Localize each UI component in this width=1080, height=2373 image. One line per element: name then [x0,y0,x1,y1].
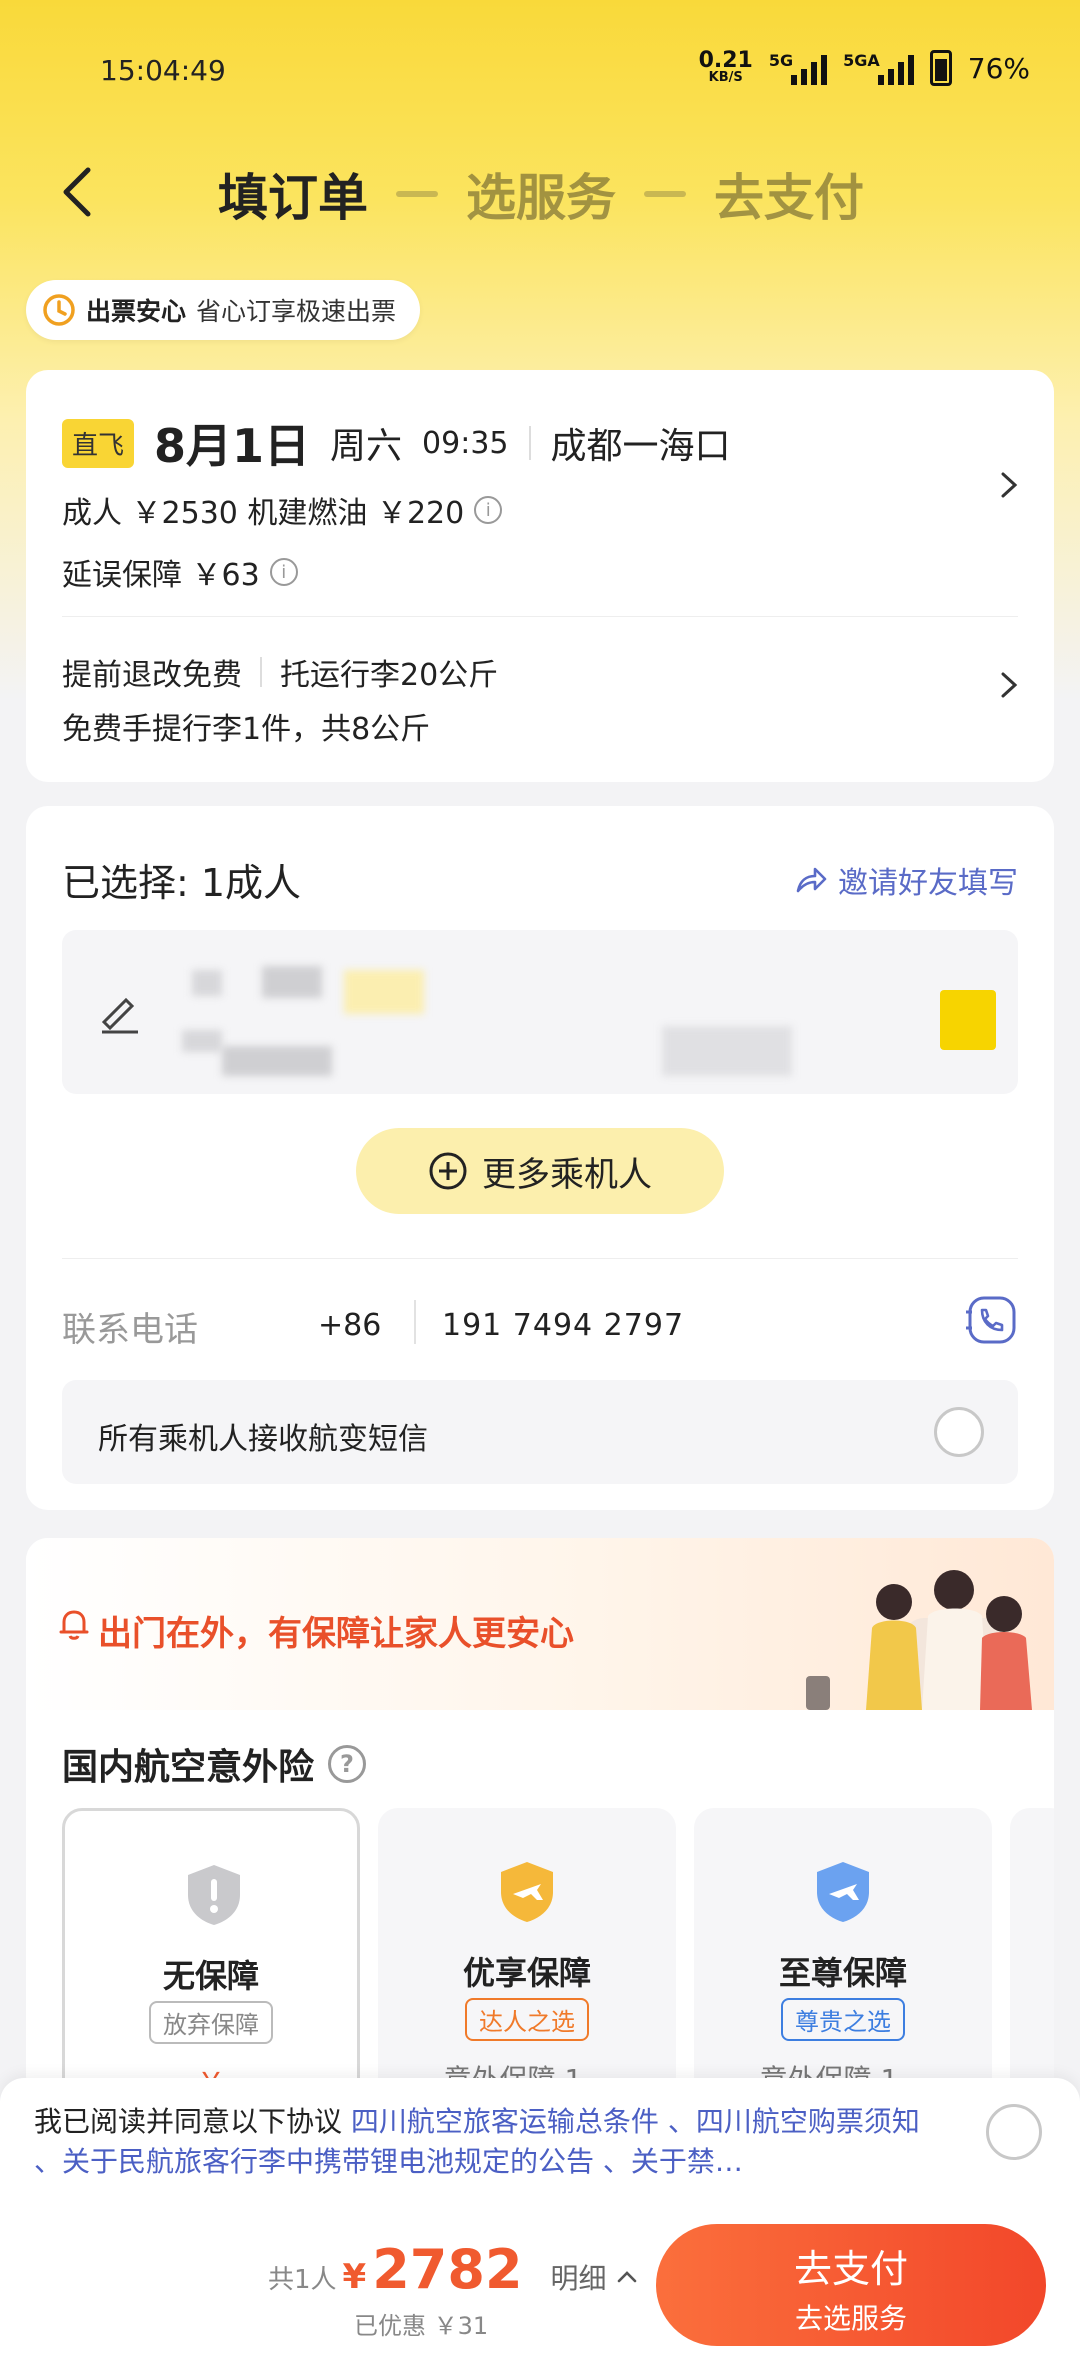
direct-flight-tag: 直飞 [62,418,135,468]
divider [62,616,1018,617]
chevron-right-icon[interactable] [994,470,1024,500]
blurred-id [662,1026,792,1076]
assurance-title: 出票安心 [86,297,187,326]
blurred-name [262,966,322,998]
battery-icon [929,50,952,86]
flight-summary-card[interactable]: 直飞 8月1日 周六 09:35 成都一海口 成人 ￥2530 机建燃油 ￥22… [26,370,1054,782]
step-fill-order: 填订单 [218,169,368,227]
flight-weekday: 周六 [330,426,403,467]
baggage-line: 提前退改免费 托运行李20公斤 [62,650,498,694]
insurance-option-premium[interactable]: 优享保障 达人之选 意外保障 1… [378,1808,676,2098]
sms-notify-radio[interactable] [934,1407,984,1457]
signal-5ga-icon: 5GA [843,51,914,85]
price-detail-toggle[interactable]: 明细 [551,2257,639,2297]
agreement-text: 我已阅读并同意以下协议 四川航空旅客运输总条件 、四川航空购票须知 、关于民航旅… [34,2105,920,2178]
selected-passengers-label: 已选择: 1成人 [62,861,302,905]
blurred-tag [344,970,424,1014]
bell-icon [59,1610,89,1640]
passenger-count: 共1人 [268,2265,337,2295]
pay-button[interactable]: 去支付 去选服务 [656,2224,1046,2346]
step-divider [644,191,686,197]
status-icons: 0.21 KB/S 5G 5GA 76% [699,50,1030,86]
insurance-option-supreme[interactable]: 至尊保障 尊贵之选 意外保障 1… [694,1808,992,2098]
invite-friend-link[interactable]: 邀请好友填写 [794,858,1018,902]
insurance-banner: 出门在外，有保障让家人更安心 [26,1538,1054,1710]
insurance-card: 出门在外，有保障让家人更安心 国内航空意外险 ? 无保障 放弃保障 ￥ [26,1538,1054,2098]
flight-date: 8月1日 [154,419,311,473]
nav-bar: 填订单 选服务 去支付 [0,140,1080,240]
back-arrow-icon[interactable] [50,162,110,222]
assurance-desc: 省心订享极速出票 [196,297,397,326]
total-amount: 2782 [372,2238,523,2301]
delay-line: 延误保障 ￥63 i [62,550,298,594]
phone-input[interactable]: 191 7494 2797 [442,1308,684,1343]
blurred-id [182,1030,222,1052]
carry-on-line: 免费手提行李1件，共8公斤 [62,712,431,747]
add-passenger-button[interactable]: 更多乘机人 [356,1128,724,1214]
agreement-radio[interactable] [986,2104,1042,2160]
passenger-item[interactable] [62,930,1018,1094]
shield-plane-icon [817,1862,869,1922]
step-divider [396,191,438,197]
sms-notify-row[interactable]: 所有乘机人接收航变短信 [62,1380,1018,1484]
step-select-service: 选服务 [466,169,616,227]
insurance-option-none[interactable]: 无保障 放弃保障 ￥ [62,1808,360,2098]
info-icon[interactable]: i [474,496,503,524]
flight-time: 09:35 [422,425,509,461]
checkout-panel: 我已阅读并同意以下协议 四川航空旅客运输总条件 、四川航空购票须知 、关于民航旅… [0,2078,1080,2373]
help-icon[interactable]: ? [328,1745,367,1783]
shield-plane-icon [501,1862,553,1922]
progress-steps: 填订单 选服务 去支付 [218,158,864,230]
checked-baggage: 托运行李20公斤 [280,658,499,693]
status-time: 15:04:49 [100,54,226,87]
price-line: 成人 ￥2530 机建燃油 ￥220 i [62,488,503,532]
chevron-up-icon [617,2271,636,2283]
share-icon [796,867,827,893]
chevron-right-icon[interactable] [994,670,1024,700]
discount-amount: 已优惠 ￥31 [354,2312,489,2340]
contact-book-icon[interactable] [964,1292,1020,1348]
battery-level: 76% [967,51,1030,85]
ticket-assurance-badge: 出票安心 省心订享极速出票 [26,280,421,340]
divider [528,426,531,460]
flight-route: 成都一海口 [550,426,731,467]
total-price: 共1人 ¥ 2782 明细 [268,2238,639,2301]
divider [62,1258,1018,1259]
passenger-checkbox[interactable] [940,990,996,1050]
plus-circle-icon [429,1152,467,1190]
blurred-id [222,1046,332,1076]
signal-5g-icon: 5G [769,51,828,85]
divider [414,1300,416,1344]
shield-exclamation-icon [188,1865,240,1925]
family-illustration [806,1570,1032,1710]
passenger-card: 已选择: 1成人 邀请好友填写 更多乘机人 联系电话 +86 191 7494 … [26,806,1054,1510]
step-pay: 去支付 [714,169,864,227]
insurance-banner-text: 出门在外，有保障让家人更安心 [98,1614,574,1654]
currency-symbol: ¥ [342,2257,367,2297]
divider [260,657,262,687]
status-bar: 15:04:49 0.21 KB/S 5G 5GA 76% [0,0,1080,140]
net-speed: 0.21 KB/S [698,48,753,85]
refund-policy: 提前退改免费 [62,658,242,693]
blurred-name [192,970,222,996]
info-icon[interactable]: i [269,558,298,586]
contact-phone-label: 联系电话 [62,1310,198,1350]
flight-header: 直飞 8月1日 周六 09:35 成都一海口 [62,410,731,476]
insurance-option-more[interactable] [1010,1808,1054,2098]
sms-notify-label: 所有乘机人接收航变短信 [98,1422,428,1457]
insurance-title: 国内航空意外险 ? [62,1738,367,1790]
country-code[interactable]: +86 [318,1308,381,1343]
clock-icon [43,294,75,326]
edit-icon[interactable] [98,992,142,1036]
